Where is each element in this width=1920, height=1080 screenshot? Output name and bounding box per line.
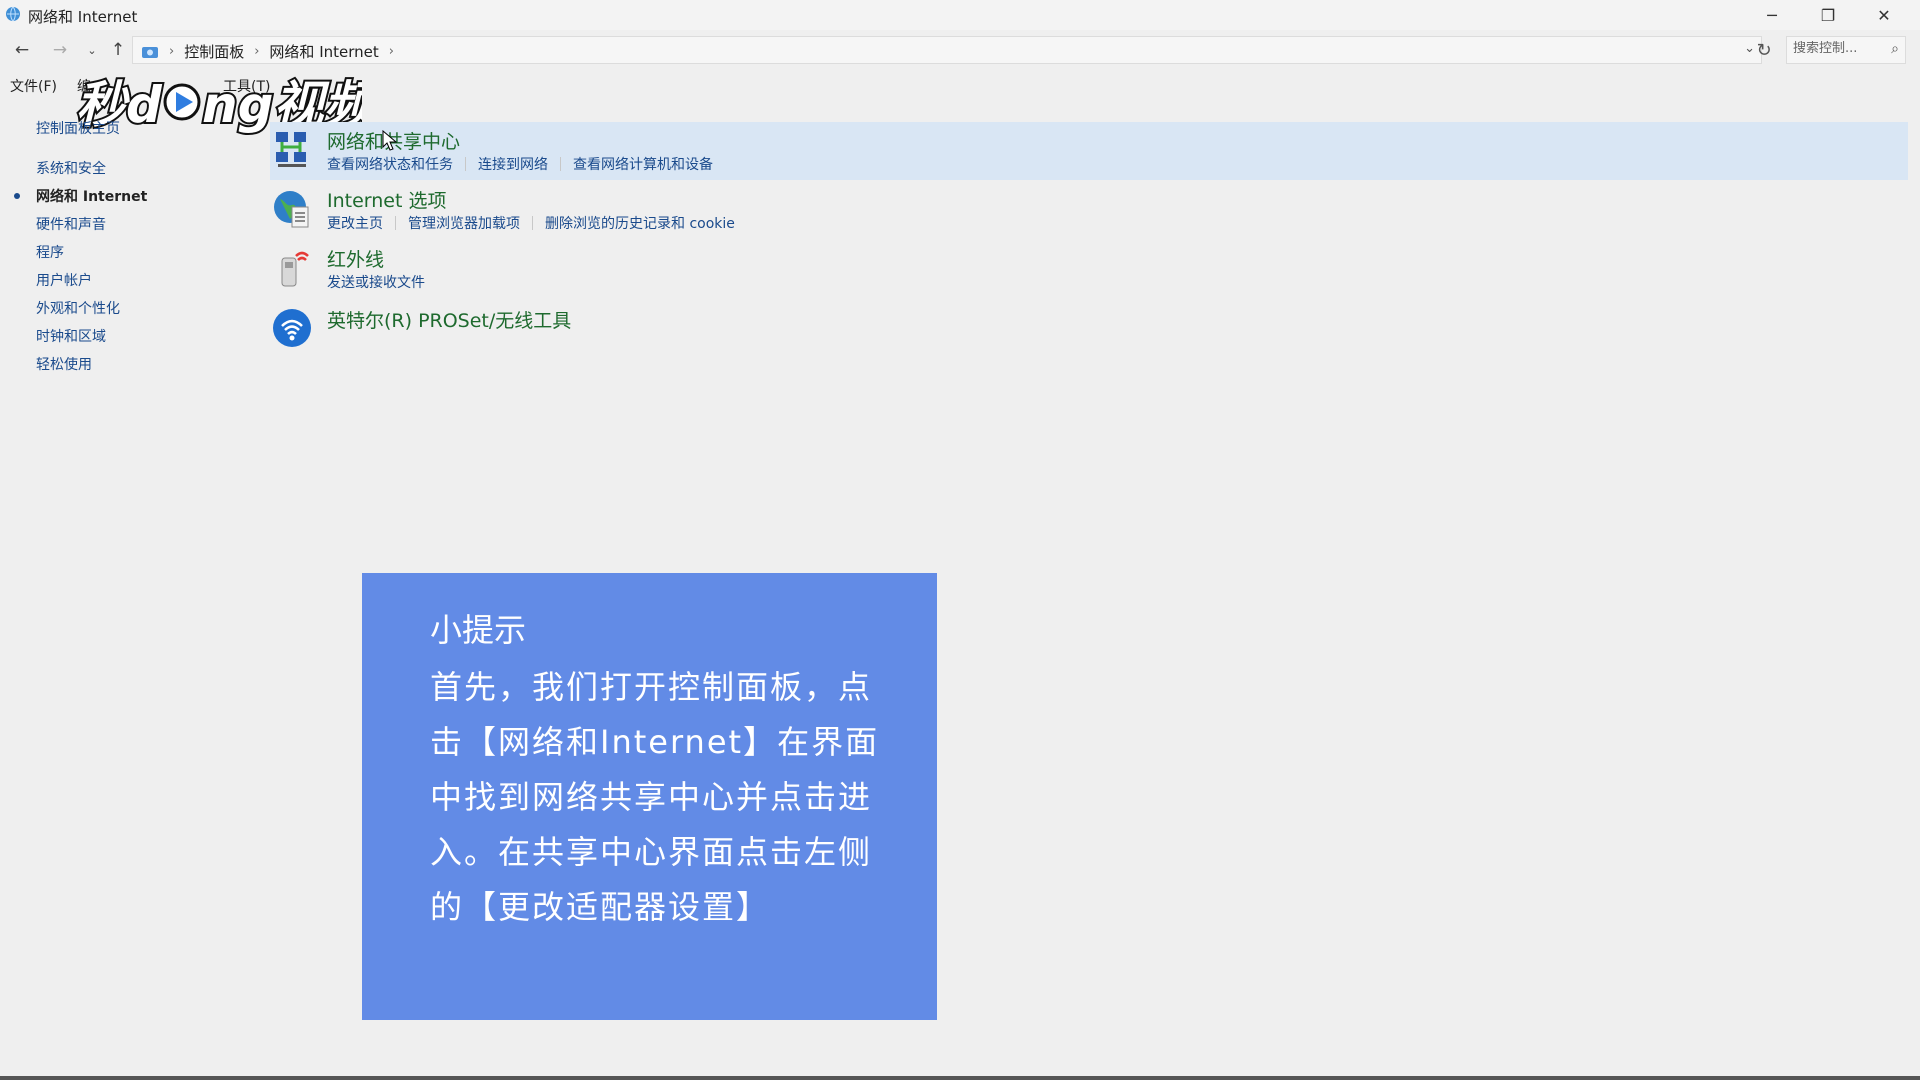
category-intel-wireless[interactable]: 英特尔(R) PROSet/无线工具 (270, 300, 1908, 358)
infrared-icon (281, 251, 309, 287)
tip-title: 小提示 (430, 611, 527, 649)
link-divider (532, 216, 533, 230)
minimize-icon: ─ (1767, 5, 1777, 25)
sidebar-item-user-accounts[interactable]: 用户帐户 (36, 270, 92, 290)
forward-button[interactable]: → (48, 39, 72, 61)
breadcrumb-control-panel[interactable]: 控制面板 (184, 41, 244, 62)
category-links: 查看网络状态和任务 连接到网络 查看网络计算机和设备 (327, 154, 713, 174)
category-infrared[interactable]: 红外线 发送或接收文件 (270, 240, 1908, 298)
address-bar[interactable]: › 控制面板 › 网络和 Internet › ⌄ (132, 36, 1762, 64)
link-delete-history[interactable]: 删除浏览的历史记录和 cookie (545, 213, 735, 233)
category-internet-options[interactable]: Internet 选项 更改主页 管理浏览器加载项 删除浏览的历史记录和 coo… (270, 181, 1908, 239)
forward-arrow-icon: → (52, 40, 68, 60)
sidebar-item-hardware-sound[interactable]: 硬件和声音 (36, 214, 106, 234)
active-item-bullet-icon (14, 193, 20, 199)
category-title[interactable]: 红外线 (327, 245, 384, 272)
sidebar-home-link[interactable]: 控制面板主页 (36, 118, 120, 138)
sidebar-item-network-internet[interactable]: 网络和 Internet (36, 186, 147, 206)
link-manage-addons[interactable]: 管理浏览器加载项 (408, 213, 520, 233)
sidebar-item-appearance[interactable]: 外观和个性化 (36, 298, 120, 318)
close-icon: ✕ (1877, 5, 1891, 25)
back-button[interactable]: ← (10, 39, 34, 61)
restore-icon: ❐ (1820, 5, 1836, 25)
tip-box: 小提示 首先，我们打开控制面板，点击【网络和Internet】在界面中找到网络共… (362, 573, 937, 1020)
sidebar-item-clock-region[interactable]: 时钟和区域 (36, 326, 106, 346)
mouse-cursor-icon (382, 130, 398, 151)
link-divider (395, 216, 396, 230)
chevron-down-icon: ⌄ (87, 43, 97, 57)
refresh-button[interactable]: ↻ (1752, 38, 1776, 62)
search-icon[interactable]: ⌕ (1891, 41, 1899, 57)
category-title[interactable]: 英特尔(R) PROSet/无线工具 (327, 306, 571, 333)
breadcrumb-network-internet[interactable]: 网络和 Internet (269, 41, 378, 62)
link-view-network-computers[interactable]: 查看网络计算机和设备 (573, 154, 713, 174)
category-links: 更改主页 管理浏览器加载项 删除浏览的历史记录和 cookie (327, 213, 735, 233)
link-change-homepage[interactable]: 更改主页 (327, 213, 383, 233)
link-send-receive-files[interactable]: 发送或接收文件 (327, 272, 425, 292)
search-input[interactable] (1793, 41, 1883, 56)
tip-body: 首先，我们打开控制面板，点击【网络和Internet】在界面中找到网络共享中心并… (430, 668, 880, 926)
up-button[interactable]: ↑ (106, 39, 130, 61)
breadcrumb-separator-icon: › (169, 44, 175, 59)
title-bar: 网络和 Internet ─ ❐ ✕ (0, 0, 1920, 30)
network-sharing-icon (276, 132, 306, 167)
menu-file[interactable]: 文件(F) (10, 76, 57, 98)
category-links: 发送或接收文件 (327, 272, 425, 292)
sidebar-item-system-security[interactable]: 系统和安全 (36, 158, 106, 178)
link-divider (560, 157, 561, 171)
link-connect-to-network[interactable]: 连接到网络 (478, 154, 548, 174)
breadcrumb-separator-icon: › (254, 44, 260, 59)
link-view-network-status[interactable]: 查看网络状态和任务 (327, 154, 453, 174)
restore-button[interactable]: ❐ (1800, 0, 1856, 30)
breadcrumb-separator-icon: › (388, 44, 394, 59)
control-panel-icon (142, 46, 158, 58)
bottom-edge (0, 1076, 1920, 1080)
category-title[interactable]: Internet 选项 (327, 186, 446, 213)
back-arrow-icon: ← (14, 40, 30, 60)
up-arrow-icon: ↑ (110, 40, 126, 60)
sidebar-item-programs[interactable]: 程序 (36, 242, 64, 262)
category-network-sharing[interactable]: 网络和共享中心 查看网络状态和任务 连接到网络 查看网络计算机和设备 (270, 122, 1908, 180)
address-row: ← → ⌄ ↑ › 控制面板 › 网络和 Internet › ⌄ ↻ ⌕ (0, 32, 1920, 68)
refresh-icon: ↻ (1756, 39, 1772, 61)
sidebar-item-ease-of-access[interactable]: 轻松使用 (36, 354, 92, 374)
recent-locations-button[interactable]: ⌄ (80, 39, 104, 61)
network-globe-icon (6, 6, 20, 22)
internet-options-icon (274, 191, 309, 228)
minimize-button[interactable]: ─ (1744, 0, 1800, 30)
search-box[interactable]: ⌕ (1786, 36, 1906, 64)
link-divider (465, 157, 466, 171)
wireless-icon (273, 309, 311, 347)
close-button[interactable]: ✕ (1856, 0, 1912, 30)
window-title: 网络和 Internet (28, 8, 138, 26)
breadcrumb: › 控制面板 › 网络和 Internet › (141, 41, 394, 62)
